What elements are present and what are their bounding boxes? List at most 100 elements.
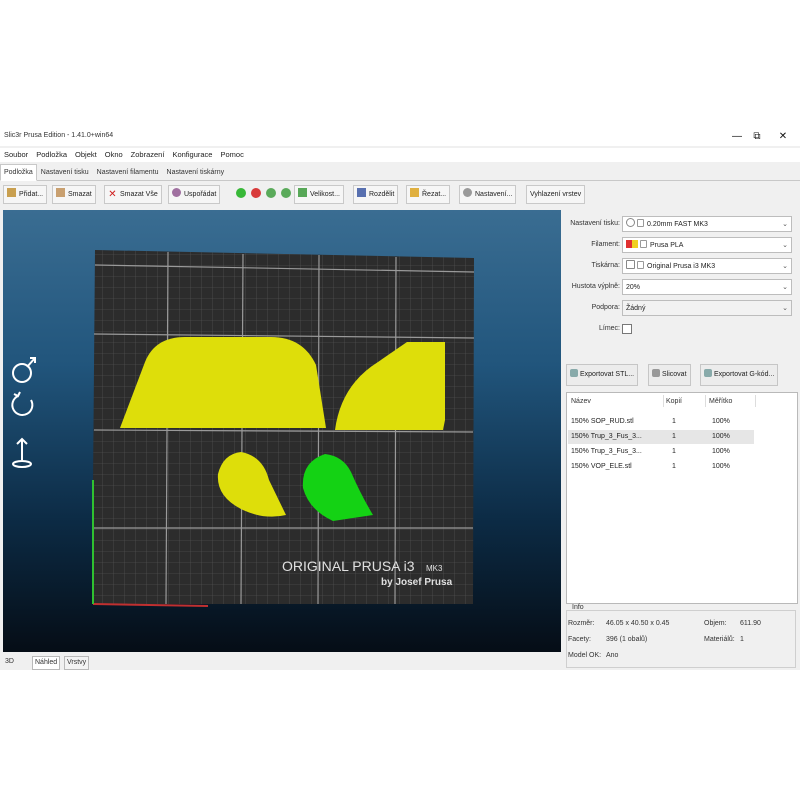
object-name: 150% VOP_ELE.stl [571,463,632,470]
column-divider [663,395,664,407]
lock-icon [640,240,647,248]
volume-value: 611.90 [740,620,761,627]
window-title: Slic3r Prusa Edition - 1.41.0+win64 [4,132,114,139]
tab-print-settings[interactable]: Nastavení tisku [37,164,93,181]
filament-label: Filament: [591,241,620,248]
settings-icon [463,188,472,197]
object-copies: 1 [672,448,676,455]
object-settings-label: Nastavení... [475,191,513,198]
export-stl-button[interactable]: Exportovat STL... [566,364,639,386]
object-name: 150% Trup_3_Fus_3... [571,448,642,455]
facets-label: Facety: [568,636,591,643]
tab-layers[interactable]: Vrstvy [64,656,90,670]
add-button[interactable]: Přidat... [3,185,48,204]
tab-plater[interactable]: Podložka [0,164,37,181]
facets-value: 396 (1 obalů) [606,636,648,643]
add-label: Přidat... [19,191,44,198]
column-divider [705,395,706,407]
cut-label: Řezat... [422,191,447,198]
menu-plater[interactable]: Podložka [32,148,71,159]
filament-color-swatch [626,240,638,248]
object-scale: 100% [712,463,730,470]
cut-icon [410,188,419,197]
chevron-down-icon: ⌄ [782,305,788,312]
3d-viewport[interactable]: ORIGINAL PRUSA i3 MK3 by Josef Prusa [3,210,561,652]
table-row[interactable]: 150% SOP_RUD.stl 1 100% [568,415,754,429]
size-value: 46.05 x 40.50 x 0.45 [606,620,670,627]
bed-logo-line1: ORIGINAL PRUSA i3 [282,558,415,574]
gear-icon [626,218,635,227]
maximize-button[interactable]: ⧉ [744,130,770,144]
filament-combo[interactable]: Prusa PLA ⌄ [622,237,792,253]
rotate-left-icon[interactable] [266,188,276,198]
bed-logo-model: MK3 [426,564,443,573]
tab-3d[interactable]: 3D [3,656,16,668]
settings-panel: Nastavení tisku: 0.20mm FAST MK3 ⌄ Filame… [564,210,800,670]
menu-window[interactable]: Okno [101,148,127,159]
delete-label: Smazat [68,191,92,198]
close-button[interactable]: ✕ [770,130,796,144]
menu-file[interactable]: Soubor [0,148,32,159]
infill-value: 20% [626,284,641,291]
model-ok-label: Model OK: [568,652,602,659]
menu-configuration[interactable]: Konfigurace [168,148,216,159]
scale-button[interactable]: Velikost... [294,185,344,204]
menu-help[interactable]: Pomoc [216,148,247,159]
printer-value: Original Prusa i3 MK3 [647,263,716,270]
tab-preview[interactable]: Náhled [32,656,61,670]
table-row[interactable]: 150% VOP_ELE.stl 1 100% [568,460,754,474]
move-gizmo-icon[interactable] [12,357,36,383]
arrange-button[interactable]: Uspořádat [168,185,221,204]
add-icon [7,188,16,197]
table-row-selected[interactable]: 150% Trup_3_Fus_3... 1 100% [568,430,754,444]
viewport-scene: ORIGINAL PRUSA i3 MK3 by Josef Prusa [11,250,475,607]
arrange-label: Uspořádat [184,191,217,198]
arrange-icon [172,188,181,197]
filament-value: Prusa PLA [650,242,684,249]
export-gcode-label: Exportovat G-kód... [714,371,775,378]
model-ok-value: Ano [606,652,619,659]
delete-all-label: Smazat Vše [120,191,158,198]
decrease-copies-icon[interactable] [251,188,261,198]
menu-object[interactable]: Objekt [71,148,101,159]
split-label: Rozdělit [369,191,395,198]
lock-icon [637,261,644,269]
object-settings-button[interactable]: Nastavení... [459,185,517,204]
tab-filament-settings[interactable]: Nastavení filamentu [93,164,163,181]
chevron-down-icon: ⌄ [782,221,788,228]
support-combo[interactable]: Žádný ⌄ [622,300,792,316]
export-gcode-button[interactable]: Exportovat G-kód... [700,364,779,386]
object-name: 150% Trup_3_Fus_3... [571,433,642,440]
column-header-name[interactable]: Název [571,398,591,405]
object-list[interactable]: Název Kopií Měřítko 150% SOP_RUD.stl 1 1… [566,392,798,604]
menu-view[interactable]: Zobrazení [127,148,169,159]
title-bar: Slic3r Prusa Edition - 1.41.0+win64 — ⧉ … [0,128,800,146]
delete-button[interactable]: Smazat [52,185,96,204]
table-row[interactable]: 150% Trup_3_Fus_3... 1 100% [568,445,754,459]
printer-label: Tiskárna: [591,262,620,269]
info-box: Info Rozměr: 46.05 x 40.50 x 0.45 Objem:… [564,602,796,670]
chevron-down-icon: ⌄ [782,242,788,249]
materials-value: 1 [740,636,744,643]
volume-label: Objem: [704,620,727,627]
rotate-right-icon[interactable] [281,188,291,198]
printer-icon [626,260,635,269]
lock-icon [637,219,644,227]
printer-combo[interactable]: Original Prusa i3 MK3 ⌄ [622,258,792,274]
info-frame [566,610,796,668]
split-button[interactable]: Rozdělit [353,185,399,204]
layer-editing-button[interactable]: Vyhlazení vrstev [526,185,586,204]
column-divider [755,395,756,407]
delete-all-button[interactable]: ✕ Smazat Vše [104,185,162,204]
slice-button[interactable]: Slicovat [648,364,691,386]
increase-copies-icon[interactable] [236,188,246,198]
brim-checkbox[interactable] [622,324,632,334]
column-header-scale[interactable]: Měřítko [709,398,732,405]
tab-printer-settings[interactable]: Nastavení tiskárny [163,164,229,181]
print-settings-combo[interactable]: 0.20mm FAST MK3 ⌄ [622,216,792,232]
column-header-copies[interactable]: Kopií [666,398,682,405]
scale-gizmo-icon[interactable] [12,437,32,468]
cut-button[interactable]: Řezat... [406,185,451,204]
infill-combo[interactable]: 20% ⌄ [622,279,792,295]
rotate-gizmo-icon[interactable] [11,391,34,416]
